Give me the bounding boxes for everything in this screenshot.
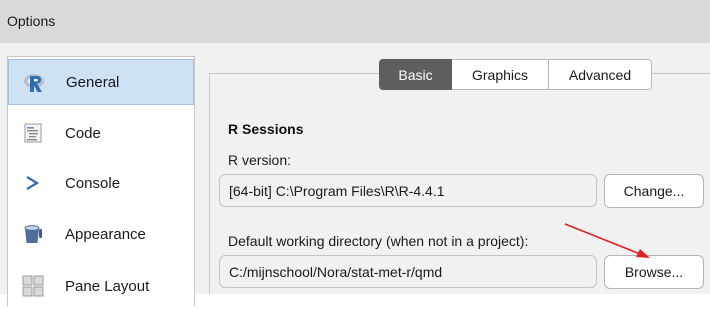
sidebar-item-console[interactable]: Console <box>8 160 194 206</box>
sidebar-item-label: Pane Layout <box>65 277 150 295</box>
sidebar-item-general[interactable]: General <box>8 59 194 105</box>
sidebar-item-pane-layout[interactable]: Pane Layout <box>8 263 194 309</box>
sidebar-item-label: Appearance <box>65 225 146 243</box>
options-tab-bar: Basic Graphics Advanced <box>379 59 652 90</box>
console-prompt-icon <box>22 172 44 194</box>
working-directory-label: Default working directory (when not in a… <box>228 233 529 249</box>
sidebar-item-label: General <box>66 73 120 91</box>
r-version-field: [64-bit] C:\Program Files\R\R-4.4.1 <box>219 174 597 207</box>
browse-working-directory-button[interactable]: Browse... <box>604 255 704 289</box>
options-sidebar: General Code Console Appearance Pane Lay… <box>7 56 195 306</box>
sidebar-item-appearance[interactable]: Appearance <box>8 211 194 257</box>
sidebar-item-label: Console <box>65 174 121 192</box>
code-icon <box>22 122 44 144</box>
r-version-label: R version: <box>228 152 292 168</box>
working-directory-field: C:/mijnschool/Nora/stat-met-r/qmd <box>219 255 597 288</box>
sidebar-item-code[interactable]: Code <box>8 110 194 156</box>
tab-advanced[interactable]: Advanced <box>549 59 652 90</box>
tab-graphics[interactable]: Graphics <box>452 59 549 90</box>
r-logo-icon <box>23 71 45 93</box>
paint-bucket-icon <box>22 223 44 245</box>
change-r-version-button[interactable]: Change... <box>604 174 704 208</box>
sidebar-item-label: Code <box>65 124 101 142</box>
tab-basic[interactable]: Basic <box>379 59 452 90</box>
dialog-title: Options <box>0 0 710 43</box>
section-title-r-sessions: R Sessions <box>228 121 304 137</box>
